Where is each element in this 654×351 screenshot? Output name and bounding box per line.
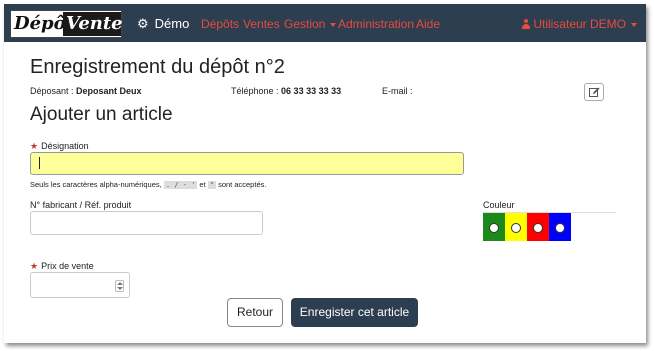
user-icon bbox=[522, 19, 531, 29]
email-label: E-mail : bbox=[382, 86, 413, 96]
app-logo[interactable]: Dépôt Vente bbox=[10, 10, 123, 38]
color-picker bbox=[483, 212, 616, 241]
edit-icon bbox=[589, 87, 600, 97]
radio-icon bbox=[511, 223, 521, 233]
price-input[interactable] bbox=[30, 272, 130, 298]
radio-icon bbox=[533, 223, 543, 233]
nav-gestion[interactable]: Gestion bbox=[284, 17, 337, 31]
price-label-text: Prix de vente bbox=[41, 261, 94, 271]
designation-input[interactable] bbox=[30, 152, 464, 175]
app-window: Dépôt Vente ⚙ Démo Dépôts Ventes Gestion … bbox=[4, 4, 646, 343]
phone-info: Téléphone : 06 33 33 33 33 bbox=[231, 86, 341, 96]
user-name: Utilisateur DEMO bbox=[533, 17, 626, 31]
caret-down-icon bbox=[330, 22, 337, 27]
caret-down-icon bbox=[631, 22, 637, 27]
radio-icon bbox=[489, 223, 499, 233]
nav-gestion-label: Gestion bbox=[284, 17, 326, 31]
depositor-label: Déposant : bbox=[30, 86, 77, 96]
hint-codes: . / - ' bbox=[163, 181, 198, 189]
hint-code2: " bbox=[207, 181, 216, 189]
number-spinner[interactable] bbox=[115, 280, 124, 292]
nav-aide[interactable]: Aide bbox=[416, 17, 440, 31]
user-menu[interactable]: Utilisateur DEMO bbox=[522, 17, 637, 31]
email-info: E-mail : bbox=[382, 86, 413, 96]
manufacturer-input[interactable] bbox=[30, 211, 263, 235]
color-swatch-red[interactable] bbox=[527, 213, 549, 241]
color-label: Couleur bbox=[483, 200, 515, 210]
navbar: Dépôt Vente ⚙ Démo Dépôts Ventes Gestion … bbox=[4, 4, 646, 42]
hint-and: et bbox=[197, 180, 208, 189]
save-article-button[interactable]: Enregister cet article bbox=[291, 298, 418, 327]
edit-depot-button[interactable] bbox=[584, 83, 604, 101]
page-title: Enregistrement du dépôt n°2 bbox=[30, 56, 285, 78]
required-star-icon: ★ bbox=[30, 261, 39, 271]
brand-demo[interactable]: ⚙ Démo bbox=[137, 16, 189, 32]
nav-depots[interactable]: Dépôts bbox=[201, 17, 239, 31]
price-label: ★ Prix de vente bbox=[30, 261, 94, 272]
color-swatch-yellow[interactable] bbox=[505, 213, 527, 241]
required-star-icon: ★ bbox=[30, 141, 39, 151]
text-cursor bbox=[39, 157, 40, 169]
designation-label: ★ Désignation bbox=[30, 141, 89, 152]
depositor-info: Déposant : Deposant Deux bbox=[30, 86, 142, 96]
phone-label: Téléphone : bbox=[231, 86, 282, 96]
color-swatch-blue[interactable] bbox=[549, 213, 571, 241]
gear-icon: ⚙ bbox=[137, 16, 149, 31]
section-title: Ajouter un article bbox=[30, 104, 173, 125]
designation-label-text: Désignation bbox=[41, 141, 89, 151]
hint-suffix: sont acceptés. bbox=[216, 180, 267, 189]
back-button[interactable]: Retour bbox=[227, 298, 283, 327]
brand-label: Démo bbox=[154, 16, 190, 31]
logo-text-vente: Vente bbox=[63, 12, 123, 36]
manufacturer-label: N° fabricant / Réf. produit bbox=[30, 200, 132, 210]
color-swatch-green[interactable] bbox=[483, 213, 505, 241]
hint-prefix: Seuls les caractères alpha-numériques, bbox=[30, 180, 164, 189]
designation-hint: Seuls les caractères alpha-numériques, .… bbox=[30, 180, 266, 189]
nav-ventes[interactable]: Ventes bbox=[243, 17, 280, 31]
nav-administration[interactable]: Administration bbox=[338, 17, 414, 31]
phone-value: 06 33 33 33 33 bbox=[281, 86, 342, 96]
radio-icon bbox=[555, 223, 565, 233]
depositor-value: Deposant Deux bbox=[76, 86, 142, 96]
